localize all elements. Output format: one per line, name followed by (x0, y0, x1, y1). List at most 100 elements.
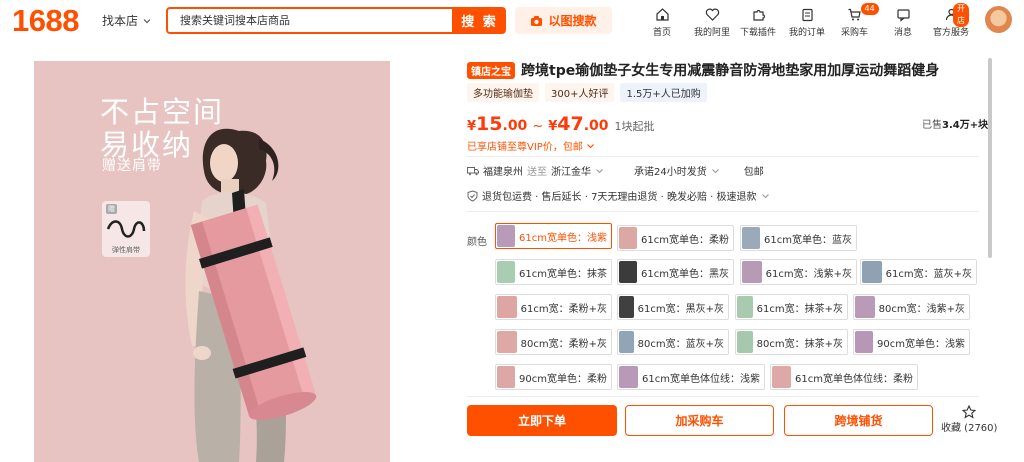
image-search-button[interactable]: 以图搜款 (515, 7, 612, 34)
shop-treasure-badge: 镇店之宝 (467, 61, 515, 79)
search-box (166, 7, 454, 34)
nav-home[interactable]: 首页 (653, 6, 671, 38)
shipping-row: 福建泉州 送至 浙江金华 承诺24小时发货 包邮 (467, 163, 764, 178)
sku-label: 61cm宽单色：蓝灰 (764, 234, 852, 246)
sku-option[interactable]: 61cm宽单色：抹茶 (495, 259, 612, 285)
strap-icon (106, 220, 146, 238)
cart-icon: 44 (847, 3, 879, 22)
price-tilde: ~ (532, 119, 544, 134)
nav-messages-label: 消息 (894, 28, 913, 38)
sku-swatch (855, 296, 875, 318)
sku-swatch (619, 227, 638, 249)
sku-label: 61cm宽：浅紫+灰 (765, 268, 852, 280)
cross-border-button[interactable]: 跨境铺货 (784, 405, 933, 436)
cart-count-badge: 44 (860, 3, 879, 15)
sku-label: 80cm宽：柔粉+灰 (520, 338, 607, 350)
sku-swatch (619, 296, 634, 318)
sku-label: 61cm宽单色体位线：浅紫 (642, 373, 760, 385)
sku-label: 80cm宽：抹茶+灰 (756, 338, 843, 350)
price-high-symbol: ¥ (548, 119, 558, 134)
sku-option[interactable]: 61cm宽：黑灰+灰 (617, 294, 729, 320)
min-order: 1块起批 (614, 120, 655, 133)
nav-download-plugin[interactable]: 下载插件 (740, 6, 776, 38)
price-high-decimal: .00 (583, 118, 609, 134)
product-title: 跨境tpe瑜伽垫子女生专用减震静音防滑地垫家用加厚运动舞蹈健身 (521, 63, 940, 79)
ship-to[interactable]: 浙江金华 (551, 163, 591, 178)
price-low-decimal: .00 (502, 118, 528, 134)
sku-option[interactable]: 61cm宽单色：浅紫 (495, 223, 612, 249)
sku-swatch (737, 296, 753, 318)
sku-option[interactable]: 61cm宽：蓝灰+灰 (860, 259, 977, 285)
avatar[interactable] (985, 6, 1012, 33)
sku-option[interactable]: 80cm宽：抹茶+灰 (735, 329, 848, 355)
sku-option[interactable]: 80cm宽：蓝灰+灰 (617, 329, 729, 355)
sku-option[interactable]: 80cm宽：柔粉+灰 (495, 329, 612, 355)
sku-label: 61cm宽：柔粉+灰 (520, 303, 607, 315)
divider (467, 156, 979, 157)
sku-label: 61cm宽单色：抹茶 (519, 268, 607, 280)
nav-my-ali[interactable]: 我的阿里 (694, 6, 730, 38)
nav-cart-label: 采购车 (841, 28, 869, 38)
favorite-button[interactable]: 收藏 (2760) (941, 405, 997, 434)
chevron-down-icon (596, 168, 603, 173)
sku-option[interactable]: 90cm宽单色：柔粉 (495, 364, 612, 390)
sku-swatch (497, 296, 517, 318)
star-icon (962, 405, 977, 419)
add-to-cart-button[interactable]: 加采购车 (625, 405, 774, 436)
buy-now-button[interactable]: 立即下单 (467, 405, 617, 436)
store-switch-label: 找本店 (102, 14, 139, 28)
sku-option[interactable]: 90cm宽单色：浅紫 (853, 329, 970, 355)
ship-promise[interactable]: 承诺24小时发货 (634, 163, 707, 178)
nav-home-label: 首页 (653, 28, 672, 38)
sku-option[interactable]: 61cm宽单色：黑灰 (617, 259, 734, 285)
search-input[interactable] (168, 9, 452, 32)
top-bar: 1688 找本店 搜 索 以图搜款 首页 我的阿里 下载插件 我的订单 44 采… (0, 0, 1024, 44)
favorite-label: 收藏 (2760) (941, 423, 998, 434)
sku-option[interactable]: 61cm宽：浅紫+灰 (740, 259, 857, 285)
nav-messages[interactable]: 消息 (894, 6, 912, 38)
sku-option[interactable]: 61cm宽单色：蓝灰 (740, 225, 857, 251)
sku-label: 61cm宽单色：黑灰 (641, 268, 729, 280)
chevron-down-icon (587, 144, 594, 149)
site-logo[interactable]: 1688 (12, 3, 79, 39)
sku-label: 61cm宽单色体位线：柔粉 (795, 373, 913, 385)
sku-option[interactable]: 61cm宽单色体位线：浅紫 (617, 364, 765, 390)
open-shop-badge: 开店 (953, 3, 969, 27)
divider (467, 396, 979, 397)
divider (467, 211, 979, 212)
sold-value: 3.4万+块 (942, 120, 989, 131)
camera-icon (531, 15, 543, 26)
sku-option[interactable]: 61cm宽单色体位线：柔粉 (770, 364, 918, 390)
sku-label: 80cm宽：浅紫+灰 (878, 303, 965, 315)
sku-option[interactable]: 61cm宽：柔粉+灰 (495, 294, 612, 320)
scrollbar[interactable] (988, 58, 992, 258)
sku-swatch (497, 366, 516, 388)
sku-swatch (772, 366, 792, 388)
tag-added-to-cart: 1.5万+人已加购 (620, 83, 707, 102)
sku-swatch (497, 225, 516, 247)
color-label: 颜色 (467, 237, 487, 248)
sku-option[interactable]: 61cm宽单色：柔粉 (617, 225, 734, 251)
sku-swatch (737, 331, 753, 353)
ship-from: 福建泉州 (483, 167, 523, 178)
nav-my-ali-label: 我的阿里 (694, 28, 731, 38)
price-range: ¥ 15 .00 ~ ¥ 47 .00 1块起批 (467, 113, 655, 135)
strap-gift-caption: 弹性肩带 (112, 246, 140, 254)
sku-label: 61cm宽：蓝灰+灰 (885, 268, 972, 280)
nav-my-orders[interactable]: 我的订单 (789, 6, 825, 38)
chevron-down-icon (143, 18, 151, 23)
vip-price-notice[interactable]: 已享店铺至尊VIP价，包邮 (467, 138, 595, 153)
nav-official-service[interactable]: 开店 官方服务 (933, 3, 969, 38)
product-main-image[interactable]: 不占空间 易收纳 赠送肩带 赠 弹性肩带 (34, 61, 390, 462)
guarantee-row[interactable]: 退货包运费 · 售后延长 · 7天无理由退货 · 晚发必赔 · 极速退款 (467, 188, 770, 203)
store-switch[interactable]: 找本店 (102, 12, 152, 29)
sku-option[interactable]: 80cm宽：浅紫+灰 (853, 294, 970, 320)
sku-label: 90cm宽单色：柔粉 (519, 373, 607, 385)
nav-cart[interactable]: 44 采购车 (841, 3, 879, 38)
sku-option[interactable]: 61cm宽：抹茶+灰 (735, 294, 848, 320)
home-icon (654, 6, 670, 22)
tag-reviews[interactable]: 300+人好评 (545, 83, 615, 102)
sku-label: 61cm宽单色：柔粉 (641, 234, 729, 246)
heart-shield-icon (704, 6, 720, 22)
search-button[interactable]: 搜 索 (453, 7, 506, 34)
